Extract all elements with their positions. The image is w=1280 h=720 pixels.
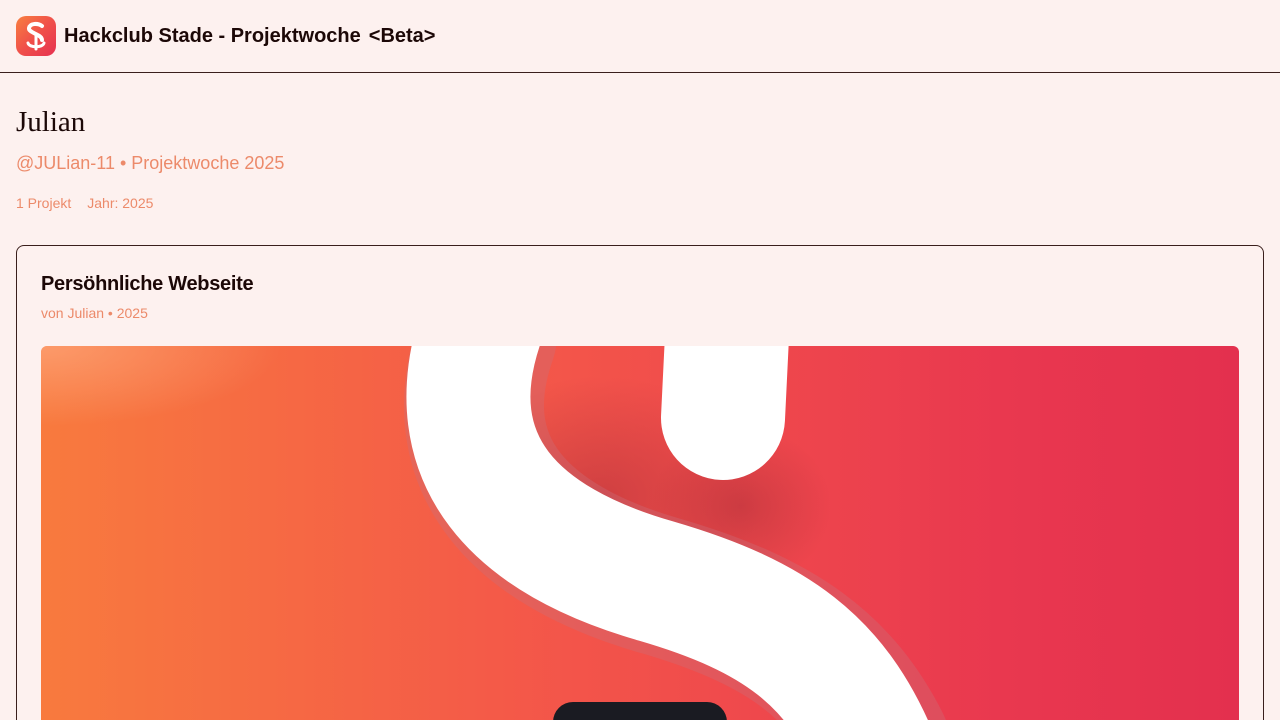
app-dock-bar: [553, 702, 727, 720]
hackclub-logo-icon[interactable]: [16, 16, 56, 56]
profile-subtitle: @JULian-11 • Projektwoche 2025: [16, 153, 285, 173]
beta-badge: <Beta>: [368, 24, 436, 47]
project-byline: von Julian • 2025: [41, 305, 148, 321]
profile-name: Julian: [16, 106, 86, 138]
s-logo-preview-icon: [41, 346, 1239, 720]
project-preview-image[interactable]: [41, 346, 1239, 720]
project-card[interactable]: Persöhnliche Webseite von Julian • 2025: [16, 245, 1264, 720]
project-title[interactable]: Persöhnliche Webseite: [41, 273, 254, 296]
profile-year: Jahr: 2025: [87, 195, 154, 211]
profile-meta: 1 Projekt Jahr: 2025: [16, 195, 153, 211]
top-navigation-bar: Hackclub Stade - Projektwoche <Beta>: [0, 0, 1280, 73]
project-count: 1 Projekt: [16, 195, 72, 211]
site-title[interactable]: Hackclub Stade - Projektwoche: [64, 25, 361, 48]
